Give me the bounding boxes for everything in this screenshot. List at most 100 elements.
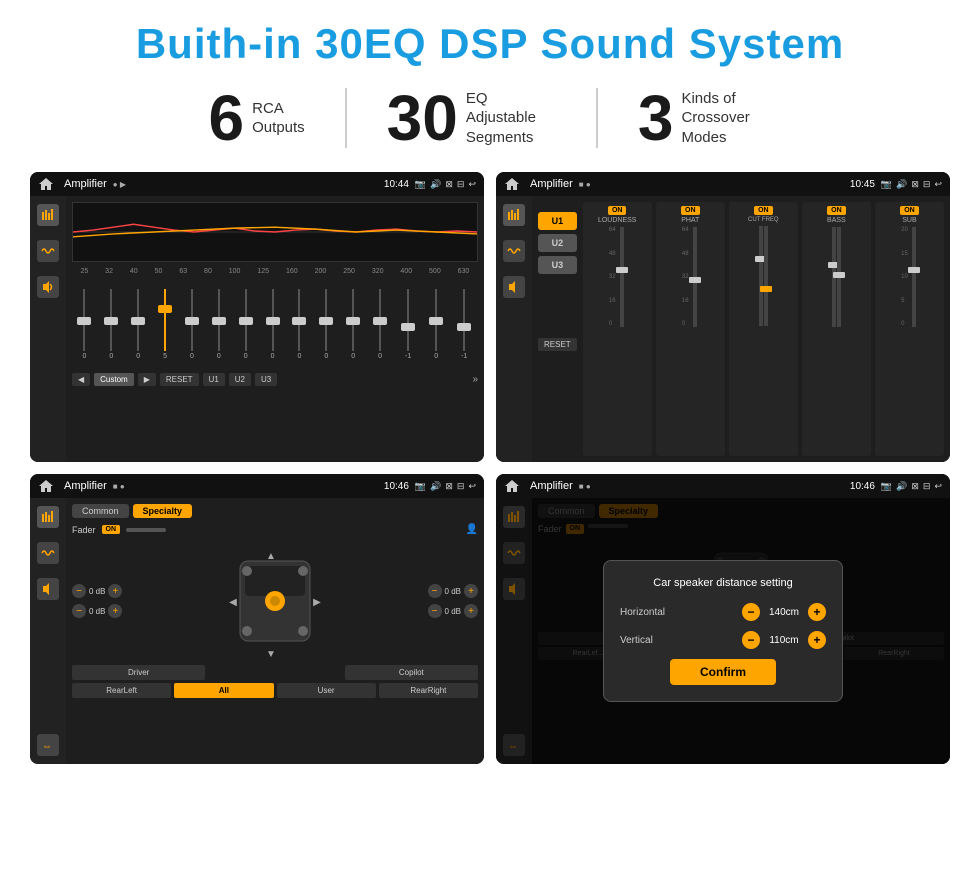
reset-btn-1[interactable]: RESET — [160, 373, 199, 386]
eq-icon-3[interactable] — [37, 506, 59, 528]
all-btn[interactable]: All — [174, 683, 273, 698]
cutfreq-name: CUT FREQ — [748, 217, 779, 223]
fader-on-badge[interactable]: ON — [102, 525, 121, 534]
cutfreq-slider-g[interactable] — [764, 226, 768, 326]
driver-btn[interactable]: Driver — [72, 665, 205, 680]
side-icons-1 — [30, 196, 66, 462]
tab-specialty[interactable]: Specialty — [133, 504, 193, 518]
phat-slider[interactable] — [693, 227, 697, 327]
eq-slider-9[interactable]: 0 — [324, 289, 328, 369]
vol-minus-fr[interactable]: − — [428, 584, 442, 598]
stat-label-eq: EQ AdjustableSegments — [466, 89, 556, 148]
vertical-plus-btn[interactable]: + — [808, 631, 826, 649]
vertical-minus-btn[interactable]: − — [742, 631, 760, 649]
app-name-4: Amplifier — [530, 480, 573, 492]
u1-btn[interactable]: U1 — [203, 373, 225, 386]
channel-loudness: ON LOUDNESS 644832160 — [583, 202, 652, 456]
home-icon — [38, 177, 54, 191]
user-btn[interactable]: User — [277, 683, 376, 698]
u3-btn[interactable]: U3 — [255, 373, 277, 386]
eq-slider-5[interactable]: 0 — [217, 289, 221, 369]
loudness-on[interactable]: ON — [608, 206, 627, 215]
preset-u2[interactable]: U2 — [538, 234, 577, 252]
screens-grid: Amplifier ● ▶ 10:44 📷 🔊 ⊠ ⊟ ↩ — [30, 172, 950, 764]
eq-slider-4[interactable]: 0 — [190, 289, 194, 369]
sub-on[interactable]: ON — [900, 206, 919, 215]
copilot-btn[interactable]: Copilot — [345, 665, 478, 680]
speaker-icon-2[interactable] — [503, 276, 525, 298]
status-bar-2: Amplifier ■ ● 10:45 📷 🔊 ⊠ ⊟ ↩ — [496, 172, 950, 196]
arrows-icon-3[interactable]: ⇔ — [37, 734, 59, 756]
eq-slider-8[interactable]: 0 — [297, 289, 301, 369]
horizontal-minus-btn[interactable]: − — [742, 603, 760, 621]
eq-slider-6[interactable]: 0 — [244, 289, 248, 369]
time-3: 10:46 — [384, 481, 409, 492]
play-btn[interactable]: ▶ — [138, 373, 156, 386]
fader-row: Fader ON 👤 — [72, 524, 478, 535]
car-zone: − 0 dB + − 0 dB + — [72, 541, 478, 661]
page-wrapper: Buith-in 30EQ DSP Sound System 6 RCAOutp… — [0, 0, 980, 881]
preset-u3[interactable]: U3 — [538, 256, 577, 274]
rearleft-btn[interactable]: RearLeft — [72, 683, 171, 698]
status-dot-2: ■ ● — [579, 180, 591, 189]
eq-bottom-bar: ◀ Custom ▶ RESET U1 U2 U3 » — [72, 373, 478, 386]
eq-slider-11[interactable]: 0 — [378, 289, 382, 369]
screen-dialog: Amplifier ■ ● 10:46 📷 🔊 ⊠ ⊟ ↩ — [496, 474, 950, 764]
eq-slider-1[interactable]: 0 — [109, 289, 113, 369]
cutfreq-slider-f[interactable] — [759, 226, 763, 326]
sub-slider[interactable] — [912, 227, 916, 327]
prev-btn[interactable]: ◀ — [72, 373, 90, 386]
stat-rca: 6 RCAOutputs — [169, 86, 345, 150]
vol-plus-fr[interactable]: + — [464, 584, 478, 598]
vol-minus-fl[interactable]: − — [72, 584, 86, 598]
dialog-horizontal-label: Horizontal — [620, 607, 665, 618]
vol-plus-rr[interactable]: + — [464, 604, 478, 618]
horizontal-value: 140cm — [764, 607, 804, 618]
fader-track[interactable] — [126, 528, 166, 532]
phat-on[interactable]: ON — [681, 206, 700, 215]
spacer-btn — [208, 665, 341, 680]
vol-minus-rr[interactable]: − — [428, 604, 442, 618]
vol-plus-fl[interactable]: + — [108, 584, 122, 598]
custom-btn[interactable]: Custom — [94, 373, 134, 386]
horizontal-plus-btn[interactable]: + — [808, 603, 826, 621]
loudness-slider[interactable] — [620, 227, 624, 327]
reset-btn-2[interactable]: RESET — [538, 338, 577, 351]
speaker-icon-3[interactable] — [37, 578, 59, 600]
dialog-horizontal-row: Horizontal − 140cm + — [620, 603, 826, 621]
loudness-name: LOUDNESS — [598, 217, 637, 224]
wave-icon-2[interactable] — [503, 240, 525, 262]
speaker-icon[interactable] — [37, 276, 59, 298]
vol-value-fl: 0 dB — [89, 587, 105, 596]
svg-text:▶: ▶ — [313, 597, 321, 608]
wave-icon[interactable] — [37, 240, 59, 262]
eq-slider-12[interactable]: -1 — [405, 289, 411, 369]
bass-slider-g[interactable] — [837, 227, 841, 327]
wave-icon-3[interactable] — [37, 542, 59, 564]
eq-slider-7[interactable]: 0 — [271, 289, 275, 369]
eq-slider-13[interactable]: 0 — [434, 289, 438, 369]
app-name-1: Amplifier — [64, 178, 107, 190]
tab-common[interactable]: Common — [72, 504, 129, 518]
bass-on[interactable]: ON — [827, 206, 846, 215]
vol-ctrl-rl: − 0 dB + — [72, 604, 122, 618]
eq-slider-14[interactable]: -1 — [461, 289, 467, 369]
confirm-button[interactable]: Confirm — [670, 659, 776, 685]
eq-icon[interactable] — [37, 204, 59, 226]
tab-row-3: Common Specialty — [72, 504, 478, 518]
vol-plus-rl[interactable]: + — [108, 604, 122, 618]
expand-arrows: » — [472, 374, 478, 385]
eq-slider-3[interactable]: 5 — [163, 289, 167, 369]
u2-btn[interactable]: U2 — [229, 373, 251, 386]
vol-minus-rl[interactable]: − — [72, 604, 86, 618]
status-dot-1: ● ▶ — [113, 180, 126, 189]
eq-slider-0[interactable]: 0 — [82, 289, 86, 369]
eq-slider-2[interactable]: 0 — [136, 289, 140, 369]
rearright-btn[interactable]: RearRight — [379, 683, 478, 698]
preset-u1[interactable]: U1 — [538, 212, 577, 230]
stat-number-crossover: 3 — [638, 86, 674, 150]
cutfreq-on[interactable]: ON — [754, 206, 773, 215]
eq-icon-2[interactable] — [503, 204, 525, 226]
eq-slider-10[interactable]: 0 — [351, 289, 355, 369]
home-icon-3 — [38, 479, 54, 493]
